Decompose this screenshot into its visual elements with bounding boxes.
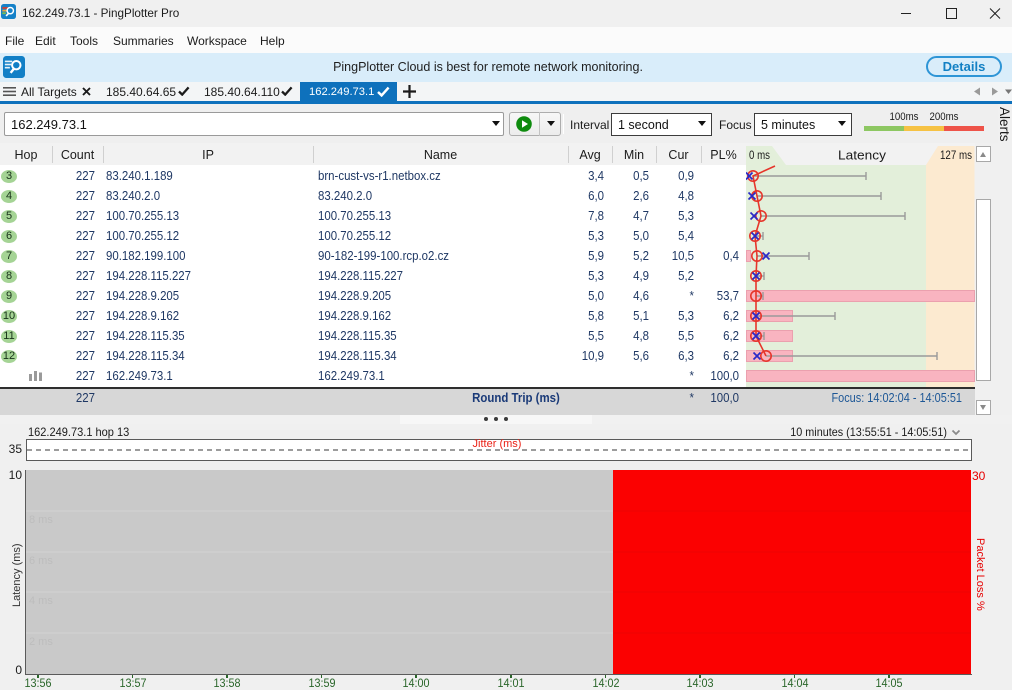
svg-text:Latency: Latency <box>838 148 887 163</box>
svg-text:6 ms: 6 ms <box>29 555 53 567</box>
svg-text:2 ms: 2 ms <box>29 636 53 648</box>
svg-text:127 ms: 127 ms <box>940 148 972 162</box>
svg-text:0 ms: 0 ms <box>749 148 770 162</box>
svg-text:4 ms: 4 ms <box>29 595 53 607</box>
svg-text:8 ms: 8 ms <box>29 514 53 526</box>
